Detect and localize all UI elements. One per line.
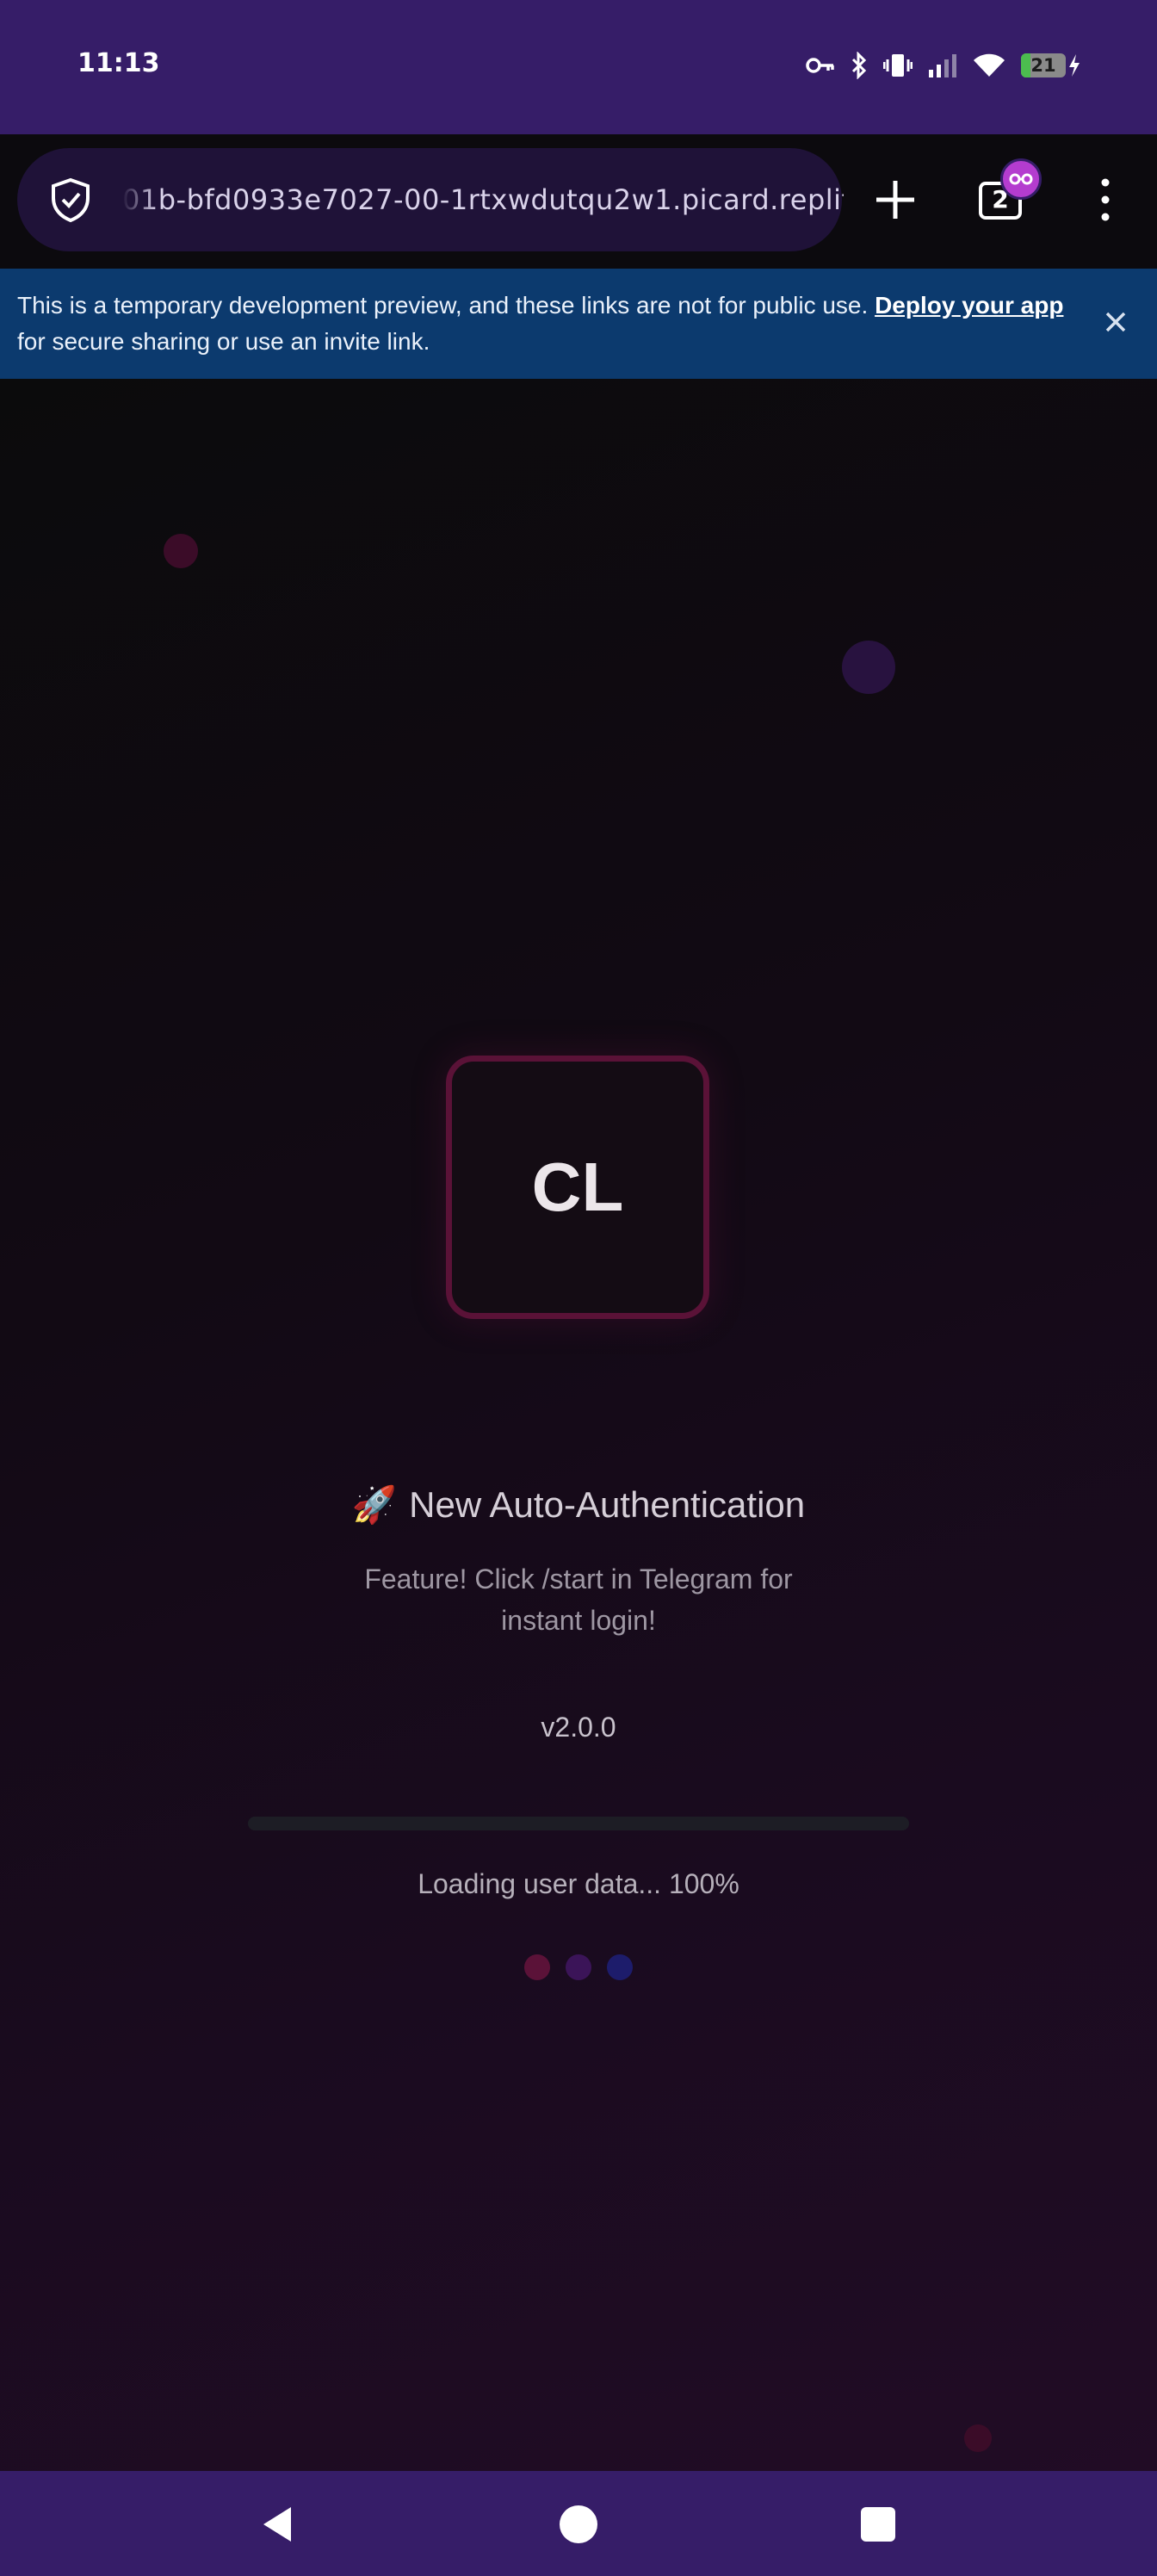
app-content <box>0 379 1157 2471</box>
banner-text-after: for secure sharing or use an invite link… <box>17 328 430 355</box>
background-decor-dot <box>964 2424 992 2452</box>
background-decor-dot <box>842 641 895 694</box>
feature-headline-text: New Auto-Authentication <box>409 1484 806 1525</box>
more-vert-icon[interactable] <box>1093 177 1117 222</box>
charging-bolt-icon <box>1067 53 1081 77</box>
battery-level: 21 <box>1030 55 1056 76</box>
status-time: 11:13 <box>77 48 160 78</box>
rocket-icon: 🚀 <box>351 1484 398 1525</box>
bluetooth-icon <box>851 52 868 79</box>
home-icon[interactable] <box>560 2505 597 2543</box>
battery-icon: 21 <box>1021 53 1066 77</box>
loading-dots <box>0 1954 1157 1980</box>
key-icon <box>806 55 835 76</box>
loading-progress-fill <box>248 1817 909 1830</box>
wifi-icon <box>973 53 1005 78</box>
url-fade <box>122 174 157 226</box>
banner-text-before: This is a temporary development preview,… <box>17 292 875 319</box>
app-logo: CL <box>446 1056 709 1319</box>
recents-icon[interactable] <box>861 2507 895 2542</box>
background-decor-dot <box>164 534 198 568</box>
incognito-icon <box>1000 158 1042 200</box>
app-version: v2.0.0 <box>541 1712 616 1743</box>
loading-dot <box>607 1954 633 1980</box>
close-icon[interactable] <box>1100 307 1131 337</box>
cell-signal-icon <box>928 53 957 78</box>
shield-check-icon[interactable] <box>46 176 95 224</box>
loading-dot <box>566 1954 591 1980</box>
url-text[interactable]: 01b-bfd0933e7027-00-1rtxwdutqu2w1.picard… <box>122 148 844 251</box>
vibrate-icon <box>883 53 913 78</box>
feature-description: Feature! Click /start in Telegram for in… <box>364 1564 793 1636</box>
status-bar: 11:13 21 <box>0 0 1157 134</box>
deploy-your-app-link[interactable]: Deploy your app <box>875 292 1063 319</box>
status-icons: 21 <box>806 50 1081 81</box>
loading-status-text: Loading user data... 100% <box>418 1868 739 1899</box>
back-icon[interactable] <box>257 2504 298 2545</box>
feature-headline: 🚀 New Auto-Authentication <box>0 1484 1157 1526</box>
dev-preview-banner: This is a temporary development preview,… <box>0 269 1157 379</box>
loading-progress-bar <box>248 1817 909 1830</box>
address-bar[interactable]: 01b-bfd0933e7027-00-1rtxwdutqu2w1.picard… <box>17 148 844 251</box>
loading-dot <box>524 1954 550 1980</box>
dev-preview-banner-text: This is a temporary development preview,… <box>17 288 1093 360</box>
app-logo-text: CL <box>531 1149 624 1225</box>
plus-icon[interactable] <box>871 176 919 224</box>
